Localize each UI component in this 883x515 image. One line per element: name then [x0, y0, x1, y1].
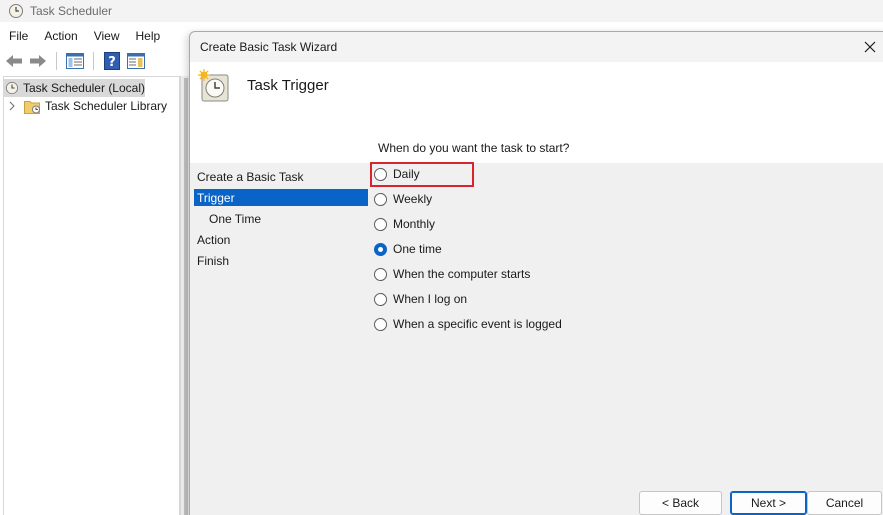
app-title: Task Scheduler	[30, 4, 113, 18]
daily-highlight-box	[370, 162, 474, 187]
tree-item-task-scheduler-local[interactable]: Task Scheduler (Local)	[4, 79, 145, 97]
scrollbar-thumb[interactable]	[184, 78, 188, 515]
trigger-question: When do you want the task to start?	[378, 141, 570, 155]
forward-arrow-icon	[30, 55, 46, 67]
menu-help[interactable]: Help	[131, 29, 166, 43]
radio-label: Monthly	[393, 217, 436, 231]
radio-button[interactable]	[374, 267, 387, 281]
console-tree-icon	[66, 53, 84, 69]
next-button[interactable]: Next >	[730, 491, 807, 515]
help-icon: ?	[104, 52, 120, 70]
radio-one-time[interactable]: One time	[374, 240, 442, 258]
menu-file[interactable]: File	[4, 29, 33, 43]
step-label: Action	[197, 232, 231, 247]
radio-label: One time	[393, 242, 442, 256]
show-hide-action-pane-button[interactable]	[126, 51, 146, 71]
app-titlebar: Task Scheduler	[0, 0, 883, 22]
action-pane-icon	[127, 53, 145, 69]
clock-icon	[5, 81, 19, 95]
radio-label: When a specific event is logged	[393, 317, 562, 331]
console-tree: Task Scheduler (Local) Task Scheduler Li…	[3, 76, 180, 515]
step-finish: Finish	[194, 252, 368, 269]
forward-arrow-button[interactable]	[28, 51, 48, 71]
cancel-button[interactable]: Cancel	[807, 491, 882, 515]
radio-button[interactable]	[374, 317, 387, 331]
radio-button[interactable]	[374, 292, 387, 306]
back-arrow-icon	[6, 55, 22, 67]
toolbar: ?	[0, 48, 146, 74]
svg-text:?: ?	[108, 55, 116, 70]
menu-view[interactable]: View	[89, 29, 125, 43]
wizard-steps: Create a Basic Task Trigger One Time Act…	[190, 163, 368, 503]
radio-button-selected[interactable]	[374, 242, 387, 256]
radio-button[interactable]	[374, 217, 387, 231]
back-arrow-button[interactable]	[4, 51, 24, 71]
create-basic-task-wizard: Create Basic Task Wizard Task Trigger Cr…	[189, 31, 883, 515]
toolbar-separator	[93, 52, 94, 70]
show-hide-console-tree-button[interactable]	[65, 51, 85, 71]
radio-label: Weekly	[393, 192, 433, 206]
step-label: Trigger	[197, 190, 235, 205]
radio-monthly[interactable]: Monthly	[374, 215, 435, 233]
toolbar-separator	[56, 52, 57, 70]
radio-when-i-log-on[interactable]: When I log on	[374, 290, 467, 308]
close-button[interactable]	[860, 37, 880, 57]
radio-when-event-logged[interactable]: When a specific event is logged	[374, 315, 562, 333]
step-label: Finish	[197, 253, 230, 268]
tree-item-task-scheduler-library[interactable]: Task Scheduler Library	[8, 97, 167, 115]
step-create-a-basic-task: Create a Basic Task	[194, 168, 368, 185]
radio-when-computer-starts[interactable]: When the computer starts	[374, 265, 530, 283]
tree-item-label: Task Scheduler Library	[45, 99, 168, 113]
radio-label: When I log on	[393, 292, 468, 306]
dialog-titlebar: Create Basic Task Wizard	[190, 32, 883, 62]
menu-bar: File Action View Help	[0, 26, 172, 46]
step-action: Action	[194, 231, 368, 248]
close-icon	[864, 41, 876, 53]
folder-icon	[24, 100, 40, 114]
help-button[interactable]: ?	[102, 51, 122, 71]
page-title: Task Trigger	[247, 77, 329, 94]
tree-item-label: Task Scheduler (Local)	[22, 81, 145, 95]
task-trigger-icon	[198, 69, 229, 102]
step-label: One Time	[209, 211, 262, 226]
menu-action[interactable]: Action	[39, 29, 82, 43]
step-one-time: One Time	[194, 210, 368, 227]
task-scheduler-clock-icon	[9, 4, 23, 18]
dialog-title: Create Basic Task Wizard	[200, 40, 338, 54]
chevron-right-icon[interactable]	[8, 101, 16, 111]
radio-button[interactable]	[374, 192, 387, 206]
step-label: Create a Basic Task	[197, 169, 304, 184]
radio-weekly[interactable]: Weekly	[374, 190, 432, 208]
radio-label: When the computer starts	[393, 267, 531, 281]
back-button[interactable]: < Back	[639, 491, 722, 515]
step-trigger: Trigger	[194, 189, 368, 206]
